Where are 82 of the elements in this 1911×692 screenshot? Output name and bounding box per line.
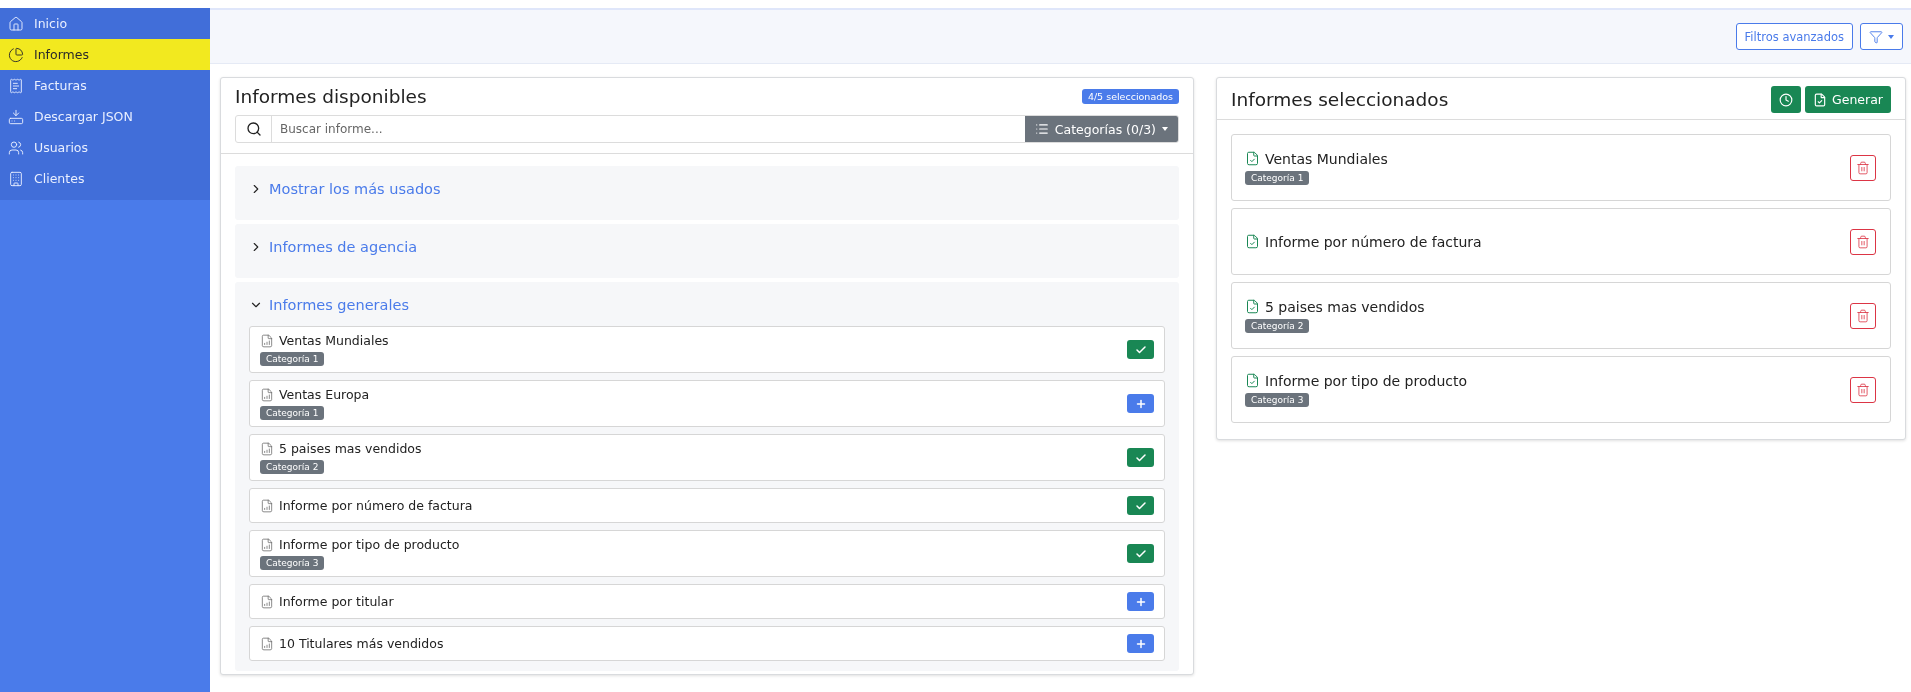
group-toggle[interactable]: Mostrar los más usados — [249, 168, 1165, 210]
document-check-icon — [1245, 234, 1260, 249]
category-tag: Categoría 2 — [260, 460, 325, 474]
document-icon — [260, 594, 274, 609]
caret-icon — [1888, 34, 1894, 39]
sidebar-item[interactable]: Inicio — [0, 8, 210, 39]
delete-button[interactable] — [1850, 228, 1876, 255]
home-icon — [8, 15, 24, 32]
sidebar-item[interactable]: Descargar JSON — [0, 101, 210, 132]
advanced-filters-button[interactable]: Filtros avanzados — [1735, 23, 1853, 50]
sidebar-item[interactable]: Informes — [0, 39, 210, 70]
category-tag: Categoría 2 — [1245, 318, 1310, 333]
generate-button[interactable]: Generar — [1805, 86, 1891, 113]
download-icon — [8, 108, 24, 125]
trash-icon — [1856, 160, 1870, 175]
report-name: 5 paises mas vendidos — [279, 441, 422, 456]
category-tag: Categoría 3 — [1245, 392, 1310, 407]
panel-title: Informes disponibles — [235, 86, 427, 107]
document-icon — [260, 441, 274, 456]
category-tag: Categoría 3 — [260, 556, 325, 570]
list-icon — [1034, 122, 1049, 136]
check-icon — [1134, 547, 1147, 560]
report-name: Informe por tipo de producto — [279, 537, 460, 552]
filter-dropdown-button[interactable] — [1860, 23, 1903, 50]
selection-count: 4/5 seleccionados — [1081, 89, 1179, 104]
delete-button[interactable] — [1850, 302, 1876, 329]
search-field[interactable]: Buscar informe... Categorías (0/3) — [235, 115, 1179, 143]
report-name: Ventas Mundiales — [1265, 150, 1388, 167]
add-button[interactable] — [1127, 394, 1154, 413]
document-icon — [260, 636, 274, 651]
building-icon — [8, 170, 24, 187]
report-name: Informe por número de factura — [279, 498, 473, 513]
selected-button[interactable] — [1127, 448, 1154, 467]
check-icon — [1134, 343, 1147, 356]
report-name: Ventas Mundiales — [279, 333, 389, 348]
sidebar-item[interactable]: Clientes — [0, 163, 210, 194]
check-icon — [1134, 499, 1147, 512]
report-name: 5 paises mas vendidos — [1265, 298, 1425, 315]
sidebar-item[interactable]: Facturas — [0, 70, 210, 101]
trash-icon — [1856, 382, 1870, 397]
delete-button[interactable] — [1850, 154, 1876, 181]
clock-icon — [1779, 92, 1794, 107]
schedule-button[interactable] — [1771, 86, 1802, 113]
category-tag: Categoría 1 — [1245, 170, 1310, 185]
document-check-icon — [1813, 92, 1828, 107]
document-icon — [260, 387, 274, 402]
category-tag: Categoría 1 — [260, 352, 325, 366]
group-toggle[interactable]: Informes generales — [249, 284, 1165, 326]
plus-icon — [1134, 595, 1147, 608]
document-icon — [260, 537, 274, 552]
delete-button[interactable] — [1850, 376, 1876, 403]
panel-title: Informes seleccionados — [1231, 89, 1449, 110]
add-button[interactable] — [1127, 592, 1154, 611]
plus-icon — [1134, 397, 1147, 410]
group-toggle[interactable]: Informes de agencia — [249, 226, 1165, 268]
report-name: Informe por titular — [279, 594, 394, 609]
pie-chart-icon — [8, 46, 24, 63]
selected-button[interactable] — [1127, 496, 1154, 515]
document-icon — [260, 498, 274, 513]
document-icon — [260, 333, 274, 348]
report-name: Informe por tipo de producto — [1265, 372, 1467, 389]
caret-icon — [1162, 127, 1168, 131]
document-check-icon — [1245, 151, 1260, 166]
categories-button[interactable]: Categorías (0/3) — [1024, 116, 1178, 142]
category-tag: Categoría 1 — [260, 406, 325, 420]
search-icon — [245, 121, 262, 137]
check-icon — [1134, 451, 1147, 464]
trash-icon — [1856, 308, 1870, 323]
selected-button[interactable] — [1127, 544, 1154, 563]
selected-button[interactable] — [1127, 340, 1154, 359]
sidebar-item[interactable]: Usuarios — [0, 132, 210, 163]
document-check-icon — [1245, 299, 1260, 314]
add-button[interactable] — [1127, 634, 1154, 653]
report-name: Ventas Europa — [279, 387, 370, 402]
report-name: 10 Titulares más vendidos — [279, 636, 444, 651]
document-check-icon — [1245, 373, 1260, 388]
receipt-icon — [8, 77, 24, 94]
report-name: Informe por número de factura — [1265, 233, 1482, 250]
plus-icon — [1134, 637, 1147, 650]
trash-icon — [1856, 234, 1870, 249]
users-icon — [8, 139, 24, 156]
filter-icon — [1869, 29, 1883, 44]
